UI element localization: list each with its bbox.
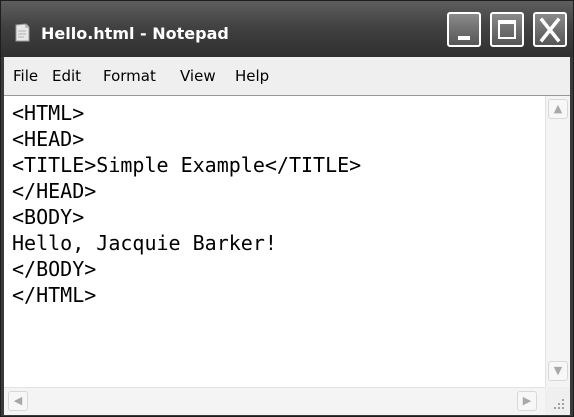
notepad-window: Hello.html - Notepad File Edit Format Vi… xyxy=(0,0,574,417)
title-bar[interactable]: Hello.html - Notepad xyxy=(1,1,573,57)
close-icon xyxy=(539,17,561,43)
text-editor[interactable]: <HTML> <HEAD> <TITLE>Simple Example</TIT… xyxy=(4,95,570,387)
editor-content[interactable]: <HTML> <HEAD> <TITLE>Simple Example</TIT… xyxy=(12,100,361,308)
editor-line: </BODY> xyxy=(12,257,97,281)
scroll-down-button[interactable]: ▼ xyxy=(548,361,568,381)
window-title: Hello.html - Notepad xyxy=(41,24,229,43)
menu-format[interactable]: Format xyxy=(103,67,156,85)
editor-line: <BODY> xyxy=(12,205,85,229)
maximize-button[interactable] xyxy=(490,12,524,47)
minimize-icon xyxy=(458,36,470,40)
menu-bar: File Edit Format View Help xyxy=(4,57,570,95)
editor-line: Hello, Jacquie Barker! xyxy=(12,231,277,255)
menu-edit[interactable]: Edit xyxy=(52,67,81,85)
vertical-scrollbar[interactable]: ▲ ▼ xyxy=(545,96,570,387)
maximize-icon xyxy=(498,20,516,39)
chevron-up-icon: ▲ xyxy=(553,102,563,115)
minimize-button[interactable] xyxy=(447,12,481,47)
scroll-right-button[interactable]: ▶ xyxy=(517,391,537,411)
chevron-right-icon: ▶ xyxy=(522,394,532,407)
resize-grip-icon xyxy=(554,399,564,409)
menu-file[interactable]: File xyxy=(13,67,38,85)
editor-line: </HTML> xyxy=(12,283,97,307)
notepad-icon xyxy=(15,23,30,42)
scroll-left-button[interactable]: ◀ xyxy=(8,391,28,411)
chevron-down-icon: ▼ xyxy=(553,364,563,377)
close-button[interactable] xyxy=(533,12,567,47)
menu-view[interactable]: View xyxy=(180,67,216,85)
scroll-up-button[interactable]: ▲ xyxy=(548,99,568,119)
menu-help[interactable]: Help xyxy=(235,67,269,85)
size-grip[interactable] xyxy=(545,387,570,415)
editor-line: <HTML> xyxy=(12,101,85,125)
chevron-left-icon: ◀ xyxy=(13,394,23,407)
horizontal-scrollbar[interactable]: ◀ ▶ xyxy=(4,387,545,415)
editor-line: <HEAD> xyxy=(12,127,85,151)
editor-line: <TITLE>Simple Example</TITLE> xyxy=(12,153,362,177)
editor-line: </HEAD> xyxy=(12,179,97,203)
